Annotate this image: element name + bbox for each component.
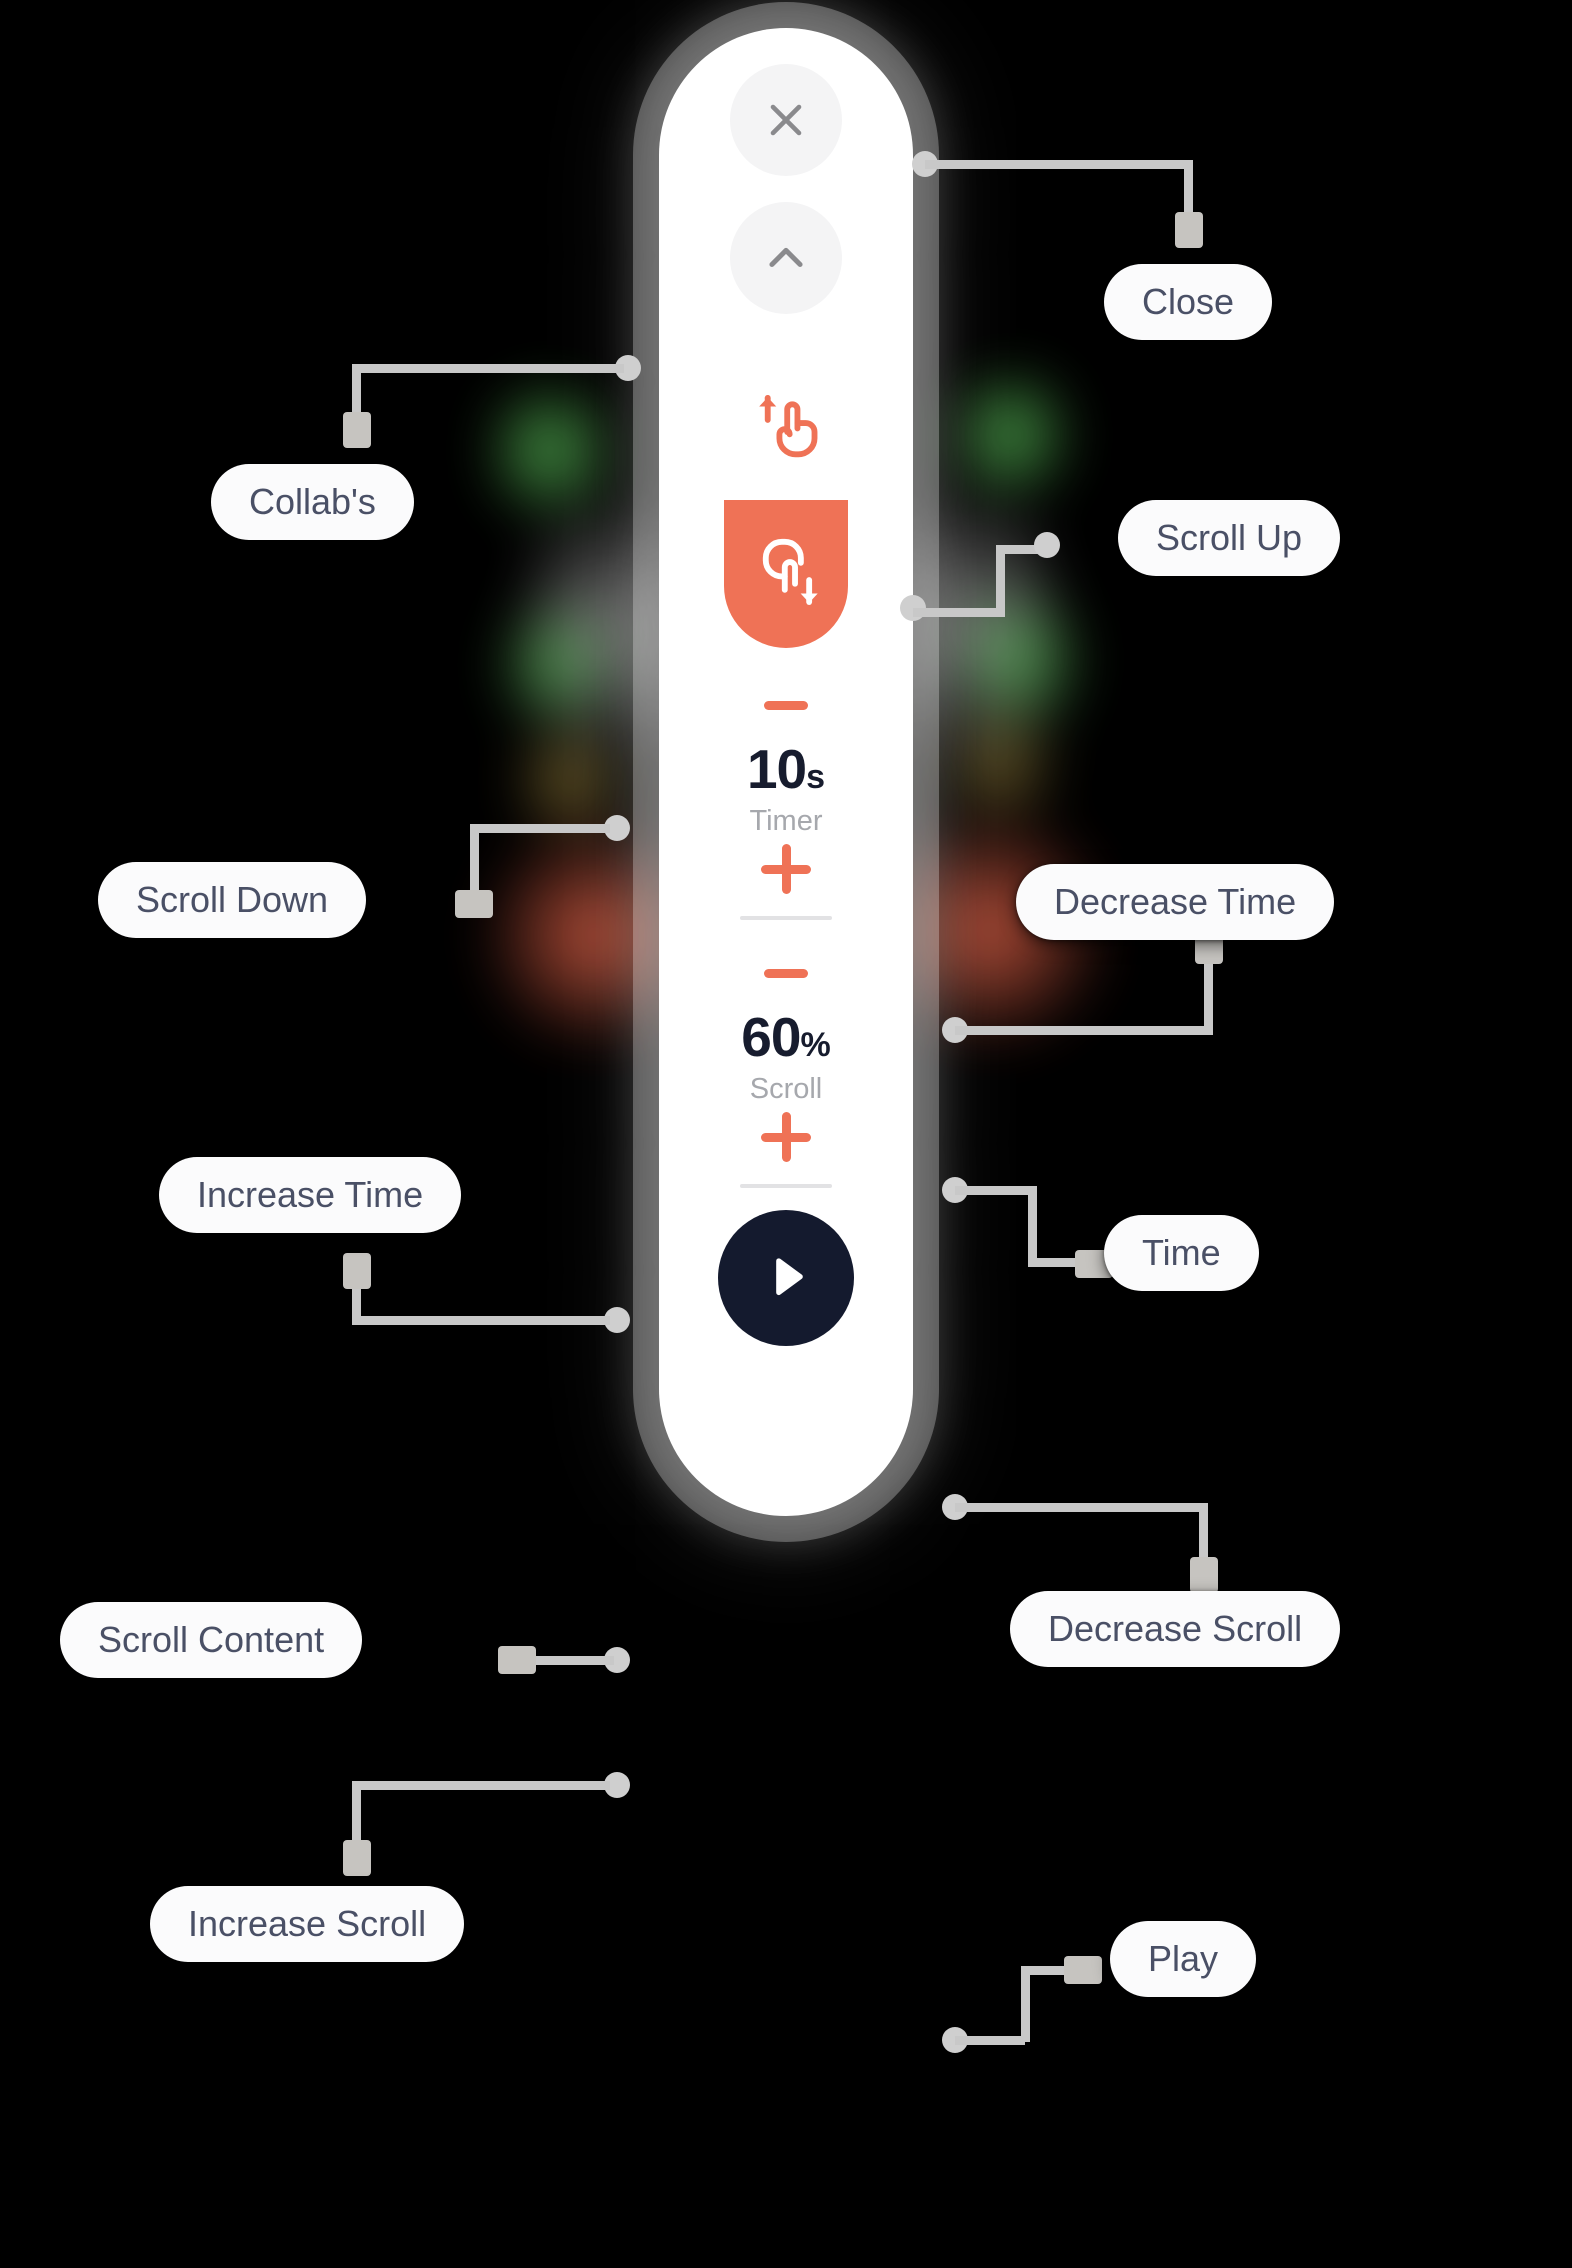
callout-decrease-scroll[interactable]: Decrease Scroll — [1010, 1591, 1341, 1667]
divider-timer-scroll — [740, 916, 832, 920]
plus-icon — [761, 844, 811, 894]
decrease-time-button[interactable] — [724, 674, 848, 736]
minus-icon — [764, 700, 808, 710]
scroll-stepper: 60% Scroll — [724, 942, 848, 1168]
divider-scroll-play — [740, 1184, 832, 1188]
finger-swipe-down-icon — [762, 538, 818, 605]
callout-collabs[interactable]: Collab's — [211, 464, 414, 540]
timer-value: 10 — [746, 738, 807, 800]
decrease-scroll-button[interactable] — [724, 942, 848, 1004]
callout-decrease-time[interactable]: Decrease Time — [1016, 864, 1335, 940]
callout-scroll-up[interactable]: Scroll Up — [1118, 500, 1341, 576]
scroll-down-gesture-option[interactable] — [724, 500, 848, 648]
callout-close[interactable]: Close — [1104, 264, 1273, 340]
scroll-direction-toggle[interactable] — [724, 352, 848, 648]
callout-scroll-content[interactable]: Scroll Content — [60, 1602, 363, 1678]
plus-icon — [761, 1112, 811, 1162]
callout-play[interactable]: Play — [1110, 1921, 1257, 1997]
scroll-controller-widget: 10s Timer 60% Scroll — [659, 28, 913, 1516]
timer-stepper: 10s Timer — [724, 674, 848, 900]
finger-swipe-up-icon — [759, 395, 818, 458]
scroll-caption: Scroll — [749, 1073, 823, 1105]
scroll-value: 60 — [741, 1006, 801, 1068]
callout-increase-time[interactable]: Increase Time — [159, 1157, 462, 1233]
close-x-icon — [770, 104, 802, 136]
minus-icon — [764, 968, 808, 978]
timer-unit: s — [806, 758, 826, 796]
increase-scroll-button[interactable] — [724, 1106, 848, 1168]
callout-increase-scroll[interactable]: Increase Scroll — [150, 1886, 465, 1962]
callout-time[interactable]: Time — [1104, 1215, 1259, 1291]
scroll-readout: 60% Scroll — [741, 1010, 830, 1104]
chevron-up-icon — [769, 247, 803, 267]
scroll-unit: % — [800, 1026, 831, 1064]
play-button[interactable] — [718, 1210, 854, 1346]
timer-readout: 10s Timer — [747, 742, 825, 836]
close-button[interactable] — [730, 64, 842, 176]
scroll-up-button[interactable] — [730, 202, 842, 314]
play-triangle-icon — [776, 1258, 803, 1296]
callout-scroll-down[interactable]: Scroll Down — [98, 862, 367, 938]
increase-time-button[interactable] — [724, 838, 848, 900]
scroll-up-gesture-option[interactable] — [724, 352, 848, 500]
timer-caption: Timer — [749, 805, 823, 837]
